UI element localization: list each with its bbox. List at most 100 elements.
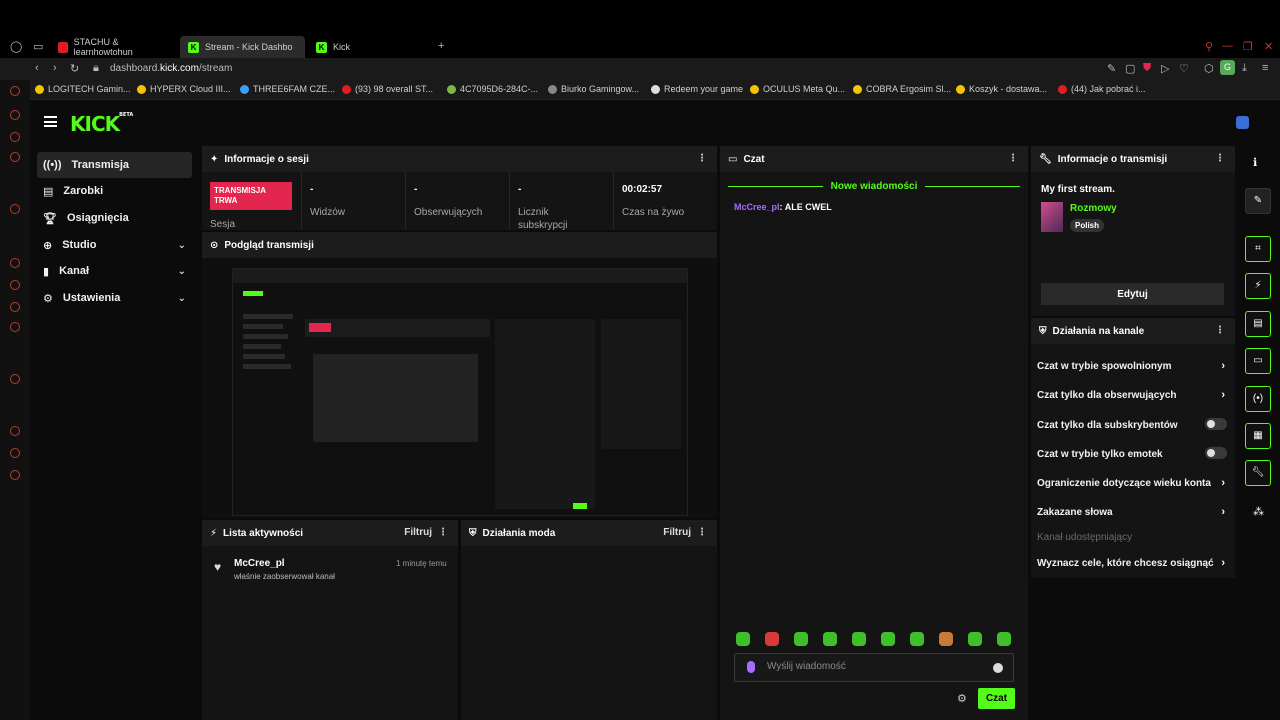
chat-input[interactable] <box>767 661 987 672</box>
tool-button[interactable]: ⚡︎ <box>1245 273 1271 299</box>
emote-icon[interactable] <box>852 632 866 646</box>
minimize-icon[interactable]: — <box>1222 40 1233 52</box>
pin-icon[interactable]: ✎ <box>1107 62 1116 75</box>
tool-button[interactable]: 🔧︎ <box>1245 460 1271 486</box>
new-tab-icon[interactable]: + <box>438 40 444 52</box>
discord-icon[interactable] <box>10 132 20 142</box>
sidebar-item-ustawienia[interactable]: ⚙ Ustawienia ⌄ <box>37 285 192 311</box>
tool-button[interactable]: (•) <box>1245 386 1271 412</box>
sidebar-item-osiagniecia[interactable]: 🏆︎ Osiągnięcia <box>37 205 192 231</box>
emote-icon[interactable] <box>736 632 750 646</box>
emote-icon[interactable] <box>910 632 924 646</box>
filter-button[interactable]: Filtruj <box>404 527 432 538</box>
more-icon[interactable]: ⋮ <box>1215 153 1225 164</box>
extensions-icon[interactable] <box>10 448 20 458</box>
maximize-icon[interactable]: ❐ <box>1243 40 1253 53</box>
action-goals[interactable]: Wyznacz cele, które chcesz osiągnąć › <box>1037 557 1227 569</box>
workspaces-icon[interactable]: ▭ <box>33 40 43 53</box>
download-icon[interactable]: ⤓ <box>1242 62 1247 75</box>
action-banned-words[interactable]: Zakazane słowa › <box>1037 506 1227 518</box>
category-thumbnail[interactable] <box>1041 202 1063 232</box>
emote-icon[interactable] <box>997 632 1011 646</box>
bookmark[interactable]: LOGITECH Gamin... <box>35 84 131 94</box>
whatsapp-icon[interactable] <box>10 280 20 290</box>
emoji-icon[interactable] <box>993 663 1003 673</box>
emote-icon[interactable] <box>823 632 837 646</box>
reload-icon[interactable]: ↻ <box>70 62 79 75</box>
sidebar-item-kanal[interactable]: ▮ Kanał ⌄ <box>37 258 192 284</box>
more-icon[interactable]: ⋮ <box>697 527 707 538</box>
category-name[interactable]: Rozmowy <box>1070 203 1117 214</box>
emote-only-toggle[interactable] <box>1205 447 1227 459</box>
player-icon[interactable] <box>10 374 20 384</box>
filter-button[interactable]: Filtruj <box>663 527 691 538</box>
menu-icon[interactable]: ≡ <box>1262 62 1268 74</box>
bookmark[interactable]: Redeem your game <box>651 84 743 94</box>
tool-button[interactable]: ▭ <box>1245 348 1271 374</box>
url-field[interactable]: dashboard.kick.com/stream <box>110 63 232 74</box>
x-icon[interactable] <box>10 322 20 332</box>
history-icon[interactable] <box>10 86 20 96</box>
tab-kick[interactable]: K Kick <box>308 36 433 58</box>
menu-icon[interactable] <box>44 116 57 127</box>
emote-icon[interactable] <box>881 632 895 646</box>
chat-input-box[interactable] <box>734 653 1014 682</box>
more-icon[interactable]: ⋮ <box>438 527 448 538</box>
user-avatar[interactable] <box>1236 116 1249 129</box>
tool-button[interactable]: ▤ <box>1245 311 1271 337</box>
heart-icon[interactable]: ♡ <box>1179 62 1189 75</box>
opera-icon[interactable]: ◯ <box>10 40 22 53</box>
sidebar-item-studio[interactable]: ⊕ Studio ⌄ <box>37 232 192 258</box>
settings-icon[interactable] <box>10 470 20 480</box>
bookmark[interactable]: 4C7095D6-284C-... <box>447 84 538 94</box>
adblock-icon[interactable]: ⛊ <box>1143 62 1151 75</box>
tool-button[interactable]: ⌗ <box>1245 236 1271 262</box>
player-icon[interactable]: ▷ <box>1161 62 1169 75</box>
twitch-icon[interactable] <box>10 110 20 120</box>
edit-button[interactable]: Edytuj <box>1041 283 1224 305</box>
bookmark[interactable]: THREE6FAM CZE... <box>240 84 335 94</box>
mail-icon[interactable] <box>10 152 20 162</box>
forward-icon[interactable]: › <box>53 62 57 74</box>
snapshot-icon[interactable]: ▢ <box>1125 62 1135 75</box>
action-followers-only[interactable]: Czat tylko dla obserwujących › <box>1037 389 1227 401</box>
back-icon[interactable]: ‹ <box>35 62 39 74</box>
close-icon[interactable]: ✕ <box>1264 40 1273 53</box>
gear-icon[interactable]: ⚙ <box>957 692 967 705</box>
sidebar-item-zarobki[interactable]: ▤ Zarobki <box>37 178 192 204</box>
emote-icon[interactable] <box>939 632 953 646</box>
emote-icon[interactable] <box>968 632 982 646</box>
mic-icon[interactable] <box>747 661 755 673</box>
bookmark[interactable]: (44) Jak pobrać i... <box>1058 84 1146 94</box>
kick-logo[interactable]: KICKBETA <box>70 112 133 136</box>
tab-kick-dashboard[interactable]: K Stream - Kick Dashbo <box>180 36 305 58</box>
bookmark[interactable]: COBRA Ergosim Sl... <box>853 84 951 94</box>
emote-icon[interactable] <box>794 632 808 646</box>
more-icon[interactable]: ⋮ <box>697 153 707 164</box>
bookmark[interactable]: (93) 98 overall ST... <box>342 84 433 94</box>
messenger-icon[interactable] <box>10 258 20 268</box>
extensions-icon[interactable]: ⬡ <box>1204 62 1214 75</box>
search-icon[interactable]: ⚲ <box>1205 40 1213 53</box>
sidebar-item-transmisja[interactable]: ((•)) Transmisja <box>37 152 192 178</box>
activity-username[interactable]: McCree_pl <box>234 558 285 569</box>
info-icon[interactable]: ℹ <box>1253 156 1257 169</box>
more-tools-icon[interactable]: ⁂ <box>1253 505 1264 518</box>
tool-button[interactable]: ▦ <box>1245 423 1271 449</box>
bookmark[interactable]: Koszyk - dostawa... <box>956 84 1047 94</box>
profile-avatar[interactable]: G <box>1220 60 1235 75</box>
action-slow-mode[interactable]: Czat w trybie spowolnionym › <box>1037 360 1227 372</box>
bookmark[interactable]: HYPERX Cloud III... <box>137 84 231 94</box>
chat-username[interactable]: McCree_pl <box>734 202 780 212</box>
stream-preview-video[interactable] <box>232 268 688 516</box>
action-account-age[interactable]: Ograniczenie dotyczące wieku konta › <box>1037 477 1227 489</box>
tab-youtube[interactable]: STACHU & learnhowtohun <box>50 36 175 58</box>
bookmark[interactable]: Biurko Gamingow... <box>548 84 639 94</box>
subscribers-only-toggle[interactable] <box>1205 418 1227 430</box>
instagram-icon[interactable] <box>10 302 20 312</box>
music-icon[interactable] <box>10 204 20 214</box>
more-icon[interactable]: ⋮ <box>1215 325 1225 336</box>
clock-icon[interactable] <box>10 426 20 436</box>
bookmark[interactable]: OCULUS Meta Qu... <box>750 84 845 94</box>
send-chat-button[interactable]: Czat <box>978 688 1015 709</box>
